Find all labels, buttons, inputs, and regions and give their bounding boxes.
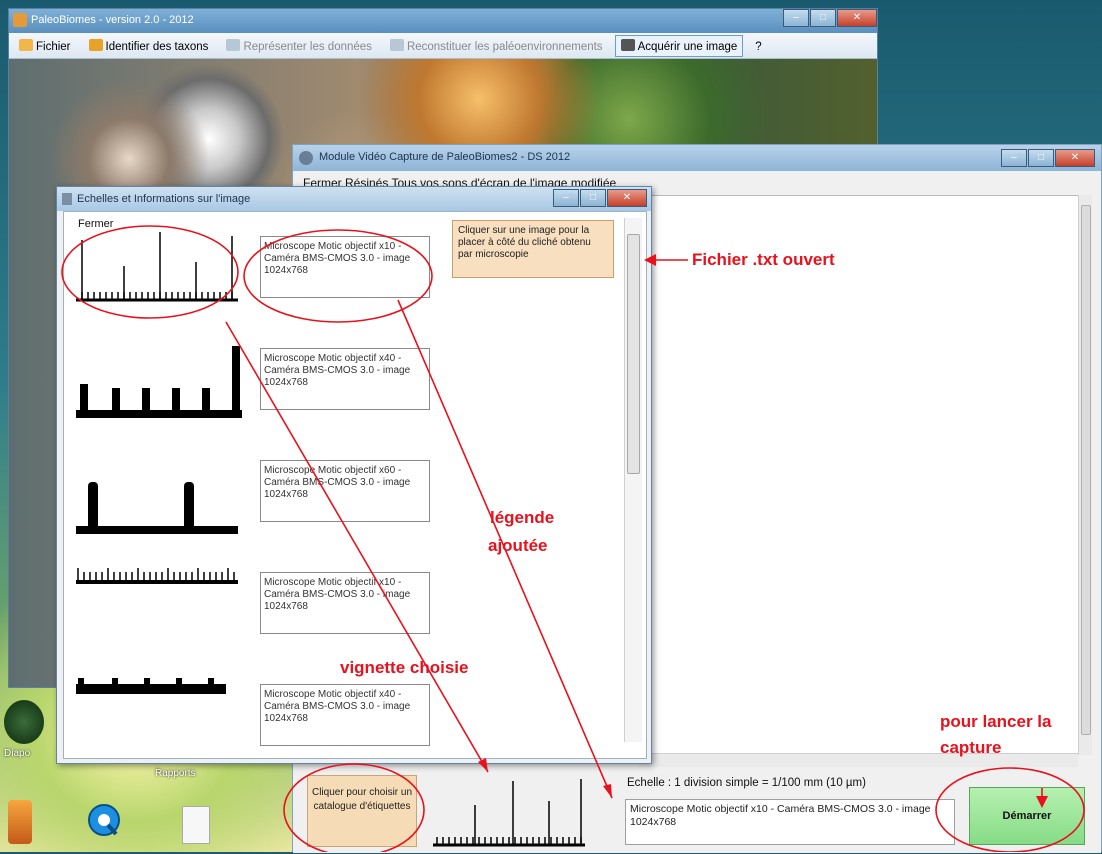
scale-label: Echelle : 1 division simple = 1/100 mm (… — [627, 777, 866, 789]
scale-thumbnail[interactable] — [72, 558, 242, 598]
chart-icon — [226, 39, 241, 51]
menu-help[interactable]: ? — [749, 35, 767, 57]
minimize-icon[interactable]: – — [553, 189, 579, 207]
scrollbar-thumb[interactable] — [627, 234, 640, 474]
app-icon[interactable] — [8, 800, 32, 844]
maximize-icon[interactable]: □ — [580, 189, 606, 207]
scale-description[interactable]: Microscope Motic objectif x60 - Caméra B… — [260, 460, 430, 522]
menu-fichier[interactable]: Fichier — [13, 35, 77, 57]
menu-label: Acquérir une image — [637, 41, 738, 53]
desktop-label: Diapo — [4, 748, 31, 759]
menu-label: Représenter les données — [243, 41, 372, 53]
menu-acquerir-image[interactable]: Acquérir une image — [614, 35, 744, 57]
main-window-title: PaleoBiomes - version 2.0 - 2012 — [9, 9, 877, 33]
menu-label: Fichier — [36, 41, 71, 53]
annotation-legend-added: légende — [490, 508, 555, 527]
start-button[interactable]: Démarrer — [969, 787, 1085, 845]
app-logo-icon — [13, 13, 27, 27]
scale-description[interactable]: Microscope Motic objectif x40 - Caméra B… — [260, 348, 430, 410]
scale-thumbnail[interactable] — [72, 226, 242, 306]
legend-text-field[interactable]: Microscope Motic objectif x10 - Caméra B… — [625, 799, 955, 845]
media-player-icon[interactable] — [4, 700, 44, 744]
quicktime-icon[interactable] — [86, 800, 122, 840]
capture-window-title: Module Vidéo Capture de PaleoBiomes2 - D… — [293, 145, 1101, 171]
main-menubar: Fichier Identifier des taxons Représenter … — [9, 33, 877, 59]
scale-description[interactable]: Microscope Motic objectif x10 - Caméra B… — [260, 572, 430, 634]
grid-icon — [389, 39, 404, 51]
menu-label: Identifier des taxons — [105, 41, 209, 53]
window-title-text: Module Vidéo Capture de PaleoBiomes2 - D… — [319, 151, 571, 163]
app-small-icon — [62, 193, 72, 205]
vertical-scrollbar[interactable] — [624, 218, 642, 742]
annotation-launch-capture: pour lancer la — [940, 712, 1052, 731]
annotation-launch-capture: capture — [940, 738, 1002, 757]
menu-label: Reconstituer les paléoenvironnements — [406, 41, 603, 53]
text-file-area[interactable] — [638, 195, 1080, 755]
close-icon[interactable]: ✕ — [1055, 149, 1095, 167]
maximize-icon[interactable]: □ — [1028, 149, 1054, 167]
vertical-scrollbar[interactable] — [1078, 195, 1092, 755]
folder-icon — [19, 39, 33, 51]
window-controls: – □ ✕ — [1000, 149, 1095, 167]
close-icon[interactable]: ✕ — [607, 189, 647, 207]
minimize-icon[interactable]: – — [783, 9, 809, 27]
window-controls: – □ ✕ — [552, 189, 647, 207]
scrollbar-thumb[interactable] — [1081, 205, 1091, 735]
scale-description[interactable]: Microscope Motic objectif x40 - Caméra B… — [260, 684, 430, 746]
choose-catalog-button[interactable]: Cliquer pour choisir un catalogue d'étiq… — [307, 775, 417, 847]
camera-icon — [299, 151, 313, 165]
annotation-file-opened: Fichier .txt ouvert — [692, 250, 835, 269]
hint-box: Cliquer sur une image pour la placer à c… — [452, 220, 614, 278]
menu-identifier-taxons[interactable]: Identifier des taxons — [83, 35, 215, 57]
horizontal-scrollbar[interactable] — [638, 753, 1078, 767]
window-title-text: Echelles et Informations sur l'image — [77, 193, 251, 205]
scale-thumbnail[interactable] — [72, 458, 242, 538]
window-title-text: PaleoBiomes - version 2.0 - 2012 — [31, 14, 194, 26]
scale-thumbnail[interactable] — [72, 340, 242, 420]
menu-label: ? — [755, 41, 762, 53]
scale-thumbnail[interactable] — [72, 664, 242, 704]
annotation-chosen-thumbnail: vignette choisie — [340, 658, 469, 677]
microscope-icon — [620, 39, 635, 51]
close-icon[interactable]: ✕ — [837, 9, 877, 27]
document-icon[interactable] — [182, 806, 210, 844]
capture-bottom-bar: Cliquer pour choisir un catalogue d'étiq… — [293, 767, 1101, 853]
menu-reconstituer[interactable]: Reconstituer les paléoenvironnements — [384, 35, 609, 57]
menu-representer-donnees[interactable]: Représenter les données — [220, 35, 378, 57]
minimize-icon[interactable]: – — [1001, 149, 1027, 167]
window-controls: – □ ✕ — [782, 9, 877, 29]
annotation-legend-added: ajoutée — [488, 536, 548, 555]
book-icon — [88, 39, 103, 51]
selected-scale-thumbnail — [429, 771, 589, 851]
scale-description[interactable]: Microscope Motic objectif x10 - Caméra B… — [260, 236, 430, 298]
desktop-label: Rapports — [155, 768, 196, 779]
maximize-icon[interactable]: □ — [810, 9, 836, 27]
